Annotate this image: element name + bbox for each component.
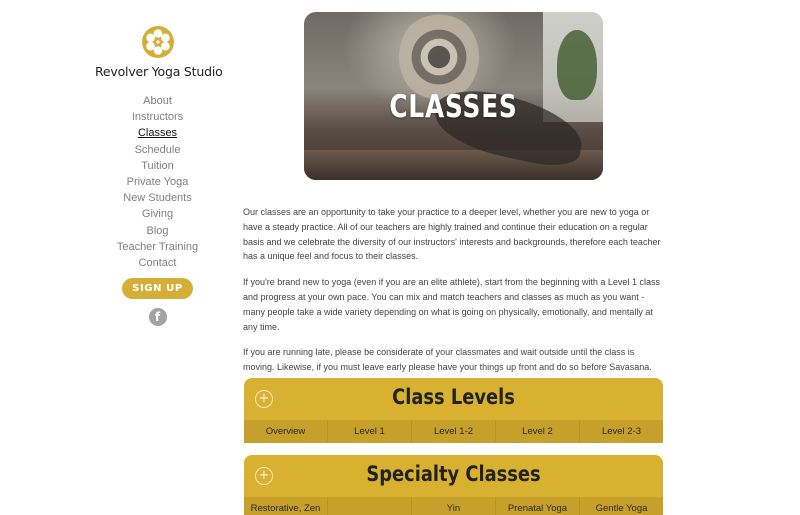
sign-up-button[interactable]: SIGN UP (122, 278, 193, 300)
intro-paragraph-1: Our classes are an opportunity to take y… (243, 207, 661, 262)
tab-restorative-zen[interactable]: Restorative, Zen (244, 497, 327, 515)
tab-level-2-3[interactable]: Level 2-3 (579, 420, 663, 443)
nav-item-tuition[interactable]: Tuition (95, 158, 220, 174)
specialty-classes-title: Specialty Classes (366, 462, 541, 486)
specialty-classes-header[interactable]: + Specialty Classes (244, 455, 663, 497)
tab-yin[interactable]: Yin (411, 497, 495, 515)
plus-circle-icon[interactable]: + (255, 467, 273, 485)
nav-item-schedule[interactable]: Schedule (95, 142, 220, 158)
class-levels-title: Class Levels (392, 385, 515, 409)
nav-item-contact[interactable]: Contact (95, 255, 220, 271)
class-levels-accordion: + Class Levels Overview Level 1 Level 1-… (244, 378, 663, 443)
page-title: CLASSES (389, 89, 518, 125)
tab-level-2[interactable]: Level 2 (495, 420, 579, 443)
nav-item-teacher-training[interactable]: Teacher Training (95, 239, 220, 255)
plus-circle-icon[interactable]: + (255, 390, 273, 408)
nav-item-private-yoga[interactable]: Private Yoga (95, 174, 220, 190)
sidebar: Revolver Yoga Studio About Instructors C… (95, 26, 223, 327)
class-levels-header[interactable]: + Class Levels (244, 378, 663, 420)
intro-paragraph-3: If you are running late, please be consi… (243, 347, 652, 373)
facebook-icon[interactable]: f (148, 308, 167, 327)
film-reel-logo-icon[interactable] (141, 26, 174, 58)
intro-paragraph-2: If you're brand new to yoga (even if you… (243, 277, 660, 332)
class-levels-tabs: Overview Level 1 Level 1-2 Level 2 Level… (244, 420, 663, 443)
nav-item-instructors[interactable]: Instructors (95, 109, 220, 125)
tab-level-1-2[interactable]: Level 1-2 (411, 420, 495, 443)
nav-item-blog[interactable]: Blog (95, 223, 220, 239)
tab-level-1[interactable]: Level 1 (327, 420, 411, 443)
tab-gentle-yoga[interactable]: Gentle Yoga (579, 497, 663, 515)
nav-item-giving[interactable]: Giving (95, 206, 220, 222)
specialty-classes-accordion: + Specialty Classes Restorative, Zen Yin… (244, 455, 663, 515)
tab-overview[interactable]: Overview (244, 420, 327, 443)
nav-item-new-students[interactable]: New Students (95, 190, 220, 206)
main-nav: About Instructors Classes Schedule Tuiti… (95, 93, 220, 271)
tab-prenatal-yoga[interactable]: Prenatal Yoga (495, 497, 579, 515)
studio-name[interactable]: Revolver Yoga Studio (95, 64, 223, 79)
tab-blank[interactable] (327, 497, 411, 515)
nav-item-classes[interactable]: Classes (95, 125, 220, 141)
hero-banner: CLASSES (304, 12, 603, 180)
nav-item-about[interactable]: About (95, 93, 220, 109)
intro-text: Our classes are an opportunity to take y… (243, 205, 663, 386)
specialty-classes-tabs: Restorative, Zen Yin Prenatal Yoga Gentl… (244, 497, 663, 515)
